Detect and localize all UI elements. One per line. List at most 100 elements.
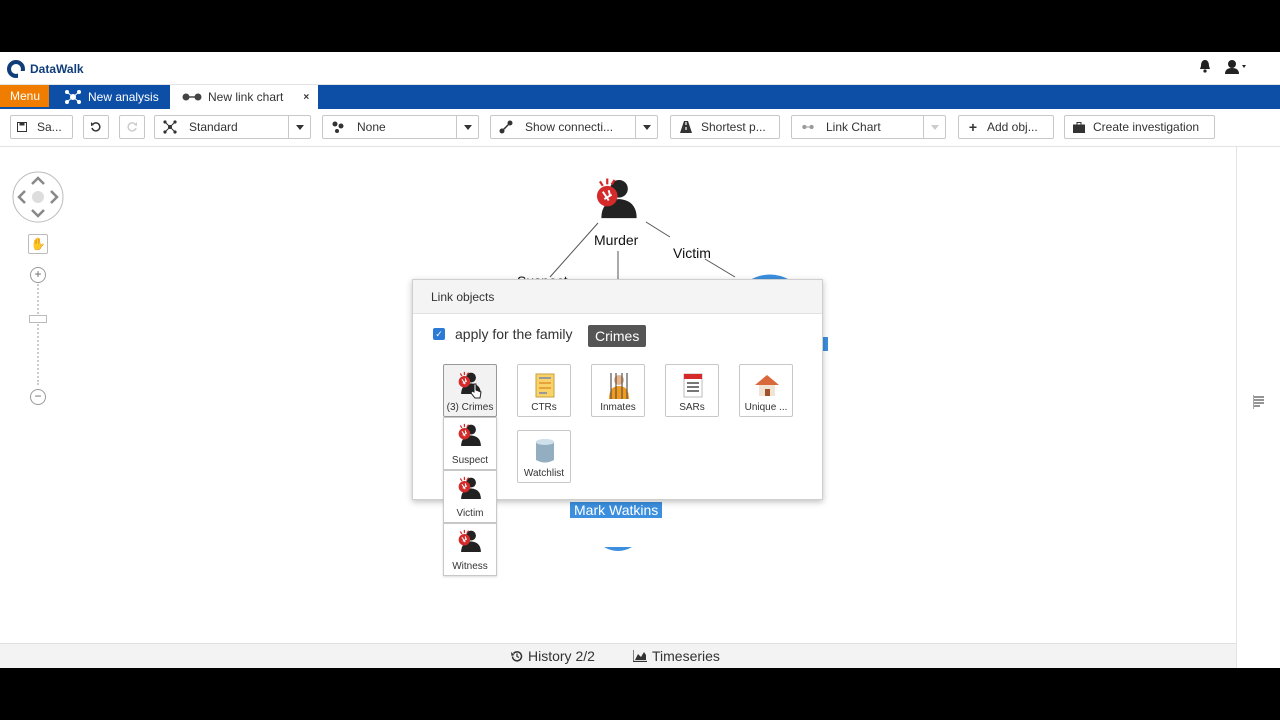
timeseries-button[interactable]: Timeseries [633,648,720,664]
murder-node-label[interactable]: Murder [594,232,638,248]
chevron-down-icon [923,116,945,138]
connections-select[interactable]: Show connecti... [490,115,658,139]
subtile-label: Suspect [451,455,489,466]
subtile-victim[interactable]: Victim [443,470,497,523]
crime-icon [458,476,482,500]
app-logo[interactable]: DataWalk [7,60,84,78]
grouping-select[interactable]: None [322,115,479,139]
datawalk-logo-icon [7,60,25,78]
hand-cursor-icon [470,383,482,399]
redo-icon [127,122,137,132]
undo-icon [91,122,101,132]
close-tab-icon[interactable]: × [303,92,309,103]
menu-button[interactable]: Menu [0,85,49,107]
subtile-witness[interactable]: Witness [443,523,497,576]
tile-inmates[interactable]: Inmates [591,364,645,417]
link-chart-view-icon [792,122,814,132]
create-investigation-label: Create investigation [1093,120,1200,134]
pan-control[interactable] [12,171,64,223]
sar-document-icon [683,373,703,398]
tab-new-analysis[interactable]: New analysis [56,85,169,109]
mark-watkins-node-label[interactable]: Mark Watkins [570,502,663,518]
grouping-value: None [357,120,386,134]
view-value: Link Chart [826,120,881,134]
redo-button[interactable] [119,115,145,139]
analysis-network-icon [65,90,81,104]
house-icon [755,375,779,396]
user-menu-icon[interactable] [1225,59,1249,75]
save-label: Sa... [37,120,62,134]
victim-edge-label: Victim [673,245,711,261]
tile-ctrs[interactable]: CTRs [517,364,571,417]
tile-sars[interactable]: SARs [665,364,719,417]
zoom-out-button[interactable]: − [30,389,46,405]
zoom-track[interactable] [37,281,39,385]
zoom-slider-handle[interactable] [29,315,47,323]
datawalk-app: DataWalk Menu New analysis New link char… [0,52,1280,668]
crime-icon [458,529,482,553]
briefcase-icon [1065,121,1087,133]
tile-crimes[interactable]: (3) Crimes [443,364,497,417]
tab-new-link-chart[interactable]: New link chart × [170,85,318,109]
undo-button[interactable] [83,115,109,139]
area-chart-icon [633,650,647,662]
inmate-icon [609,373,629,399]
tab-bar: Menu New analysis New link chart × [0,85,1280,109]
tile-watchlist[interactable]: Watchlist [517,430,571,483]
app-name: DataWalk [30,62,84,76]
crime-icon [458,423,482,447]
subtile-suspect[interactable]: Suspect [443,417,497,470]
tile-label: CTRs [531,402,557,413]
apply-family-row[interactable]: ✓ apply for the family [433,326,573,342]
history-label: History 2/2 [528,648,595,664]
history-icon [511,651,523,662]
timeseries-label: Timeseries [652,648,720,664]
save-button[interactable]: Sa... [10,115,73,139]
road-icon [671,121,693,133]
tile-label: Inmates [600,402,636,413]
tile-label: Unique ... [744,402,788,413]
tile-label: Watchlist [523,468,565,479]
family-tooltip: Crimes [588,325,647,347]
toolbar: Sa... Standard None Show connecti... Sho… [0,109,1280,147]
layout-value: Standard [189,120,238,134]
notifications-bell-icon[interactable] [1199,59,1211,73]
list-panel-icon[interactable] [1253,395,1265,409]
subtile-label: Witness [452,561,488,572]
create-investigation-button[interactable]: Create investigation [1064,115,1215,139]
chevron-down-icon[interactable] [288,116,310,138]
database-icon [536,439,554,463]
tile-label: SARs [679,402,705,413]
tab-label: New link chart [208,90,284,104]
save-icon [11,122,33,132]
murder-crime-node-icon[interactable] [594,177,644,227]
top-bar: DataWalk [0,52,1280,85]
apply-family-label: apply for the family [455,326,573,342]
link-chart-icon [182,93,202,101]
hand-tool-icon[interactable]: ✋ [28,234,48,254]
shortest-path-button[interactable]: Shortest p... [670,115,780,139]
ctr-document-icon [535,373,555,398]
add-objects-button[interactable]: + Add obj... [958,115,1054,139]
tile-label: (3) Crimes [446,402,494,413]
history-button[interactable]: History 2/2 [511,648,595,664]
bottom-bar: History 2/2 Timeseries [0,643,1236,668]
layout-icon [155,120,177,134]
dialog-title: Link objects [413,280,822,314]
connections-icon [491,120,513,134]
chevron-down-icon[interactable] [456,116,478,138]
right-side-panel [1236,147,1280,668]
view-select[interactable]: Link Chart [791,115,946,139]
connections-value: Show connecti... [525,120,614,134]
layout-select[interactable]: Standard [154,115,311,139]
tile-unique[interactable]: Unique ... [739,364,793,417]
shortest-path-label: Shortest p... [701,120,766,134]
apply-family-checkbox[interactable]: ✓ [433,328,445,340]
tab-label: New analysis [88,90,159,104]
add-objects-label: Add obj... [987,120,1038,134]
plus-icon: + [968,119,978,135]
grouping-icon [323,120,345,134]
subtile-label: Victim [456,508,484,519]
zoom-in-button[interactable]: + [30,267,46,283]
chevron-down-icon[interactable] [635,116,657,138]
